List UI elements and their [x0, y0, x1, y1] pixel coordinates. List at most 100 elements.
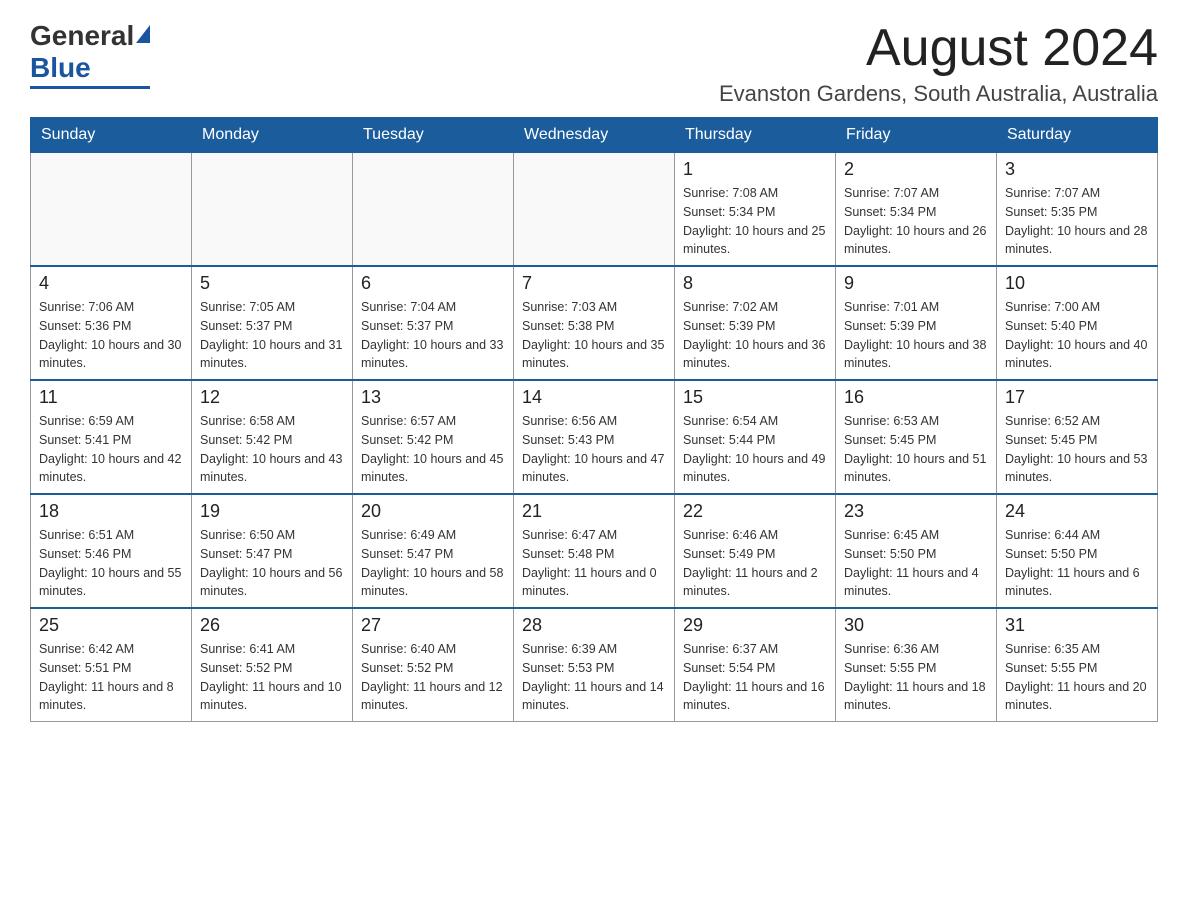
day-info: Sunrise: 7:06 AMSunset: 5:36 PMDaylight:…: [39, 298, 183, 373]
day-info: Sunrise: 6:45 AMSunset: 5:50 PMDaylight:…: [844, 526, 988, 601]
calendar-cell: 30 Sunrise: 6:36 AMSunset: 5:55 PMDayligh…: [836, 608, 997, 722]
calendar-cell: [353, 153, 514, 267]
day-number: 30: [844, 615, 988, 636]
calendar-cell: 25 Sunrise: 6:42 AMSunset: 5:51 PMDayligh…: [31, 608, 192, 722]
logo: General Blue: [30, 20, 150, 89]
calendar-cell: 24 Sunrise: 6:44 AMSunset: 5:50 PMDayligh…: [997, 494, 1158, 608]
day-header-sunday: Sunday: [31, 118, 192, 153]
day-number: 25: [39, 615, 183, 636]
day-info: Sunrise: 7:01 AMSunset: 5:39 PMDaylight:…: [844, 298, 988, 373]
day-number: 4: [39, 273, 183, 294]
day-number: 31: [1005, 615, 1149, 636]
day-number: 2: [844, 159, 988, 180]
logo-blue: Blue: [30, 52, 91, 84]
day-number: 12: [200, 387, 344, 408]
calendar-cell: 1 Sunrise: 7:08 AMSunset: 5:34 PMDaylight…: [675, 153, 836, 267]
day-header-friday: Friday: [836, 118, 997, 153]
day-number: 3: [1005, 159, 1149, 180]
location-title: Evanston Gardens, South Australia, Austr…: [719, 81, 1158, 107]
day-number: 29: [683, 615, 827, 636]
calendar-cell: 18Sunrise: 6:51 AMSunset: 5:46 PMDayligh…: [31, 494, 192, 608]
calendar-cell: 6 Sunrise: 7:04 AMSunset: 5:37 PMDaylight…: [353, 266, 514, 380]
day-number: 15: [683, 387, 827, 408]
page-header: General Blue August 2024 Evanston Garden…: [30, 20, 1158, 107]
day-info: Sunrise: 6:51 AMSunset: 5:46 PMDaylight:…: [39, 526, 183, 601]
calendar-cell: 13 Sunrise: 6:57 AMSunset: 5:42 PMDayligh…: [353, 380, 514, 494]
day-number: 14: [522, 387, 666, 408]
calendar-cell: 10 Sunrise: 7:00 AMSunset: 5:40 PMDayligh…: [997, 266, 1158, 380]
day-info: Sunrise: 6:57 AMSunset: 5:42 PMDaylight:…: [361, 412, 505, 487]
calendar-cell: 17Sunrise: 6:52 AMSunset: 5:45 PMDayligh…: [997, 380, 1158, 494]
day-number: 22: [683, 501, 827, 522]
calendar-cell: 5 Sunrise: 7:05 AMSunset: 5:37 PMDaylight…: [192, 266, 353, 380]
days-header-row: SundayMondayTuesdayWednesdayThursdayFrid…: [31, 118, 1158, 153]
day-info: Sunrise: 6:36 AMSunset: 5:55 PMDaylight:…: [844, 640, 988, 715]
month-title: August 2024: [719, 20, 1158, 77]
day-number: 5: [200, 273, 344, 294]
day-number: 13: [361, 387, 505, 408]
calendar-cell: 15 Sunrise: 6:54 AMSunset: 5:44 PMDayligh…: [675, 380, 836, 494]
calendar-cell: 23 Sunrise: 6:45 AMSunset: 5:50 PMDayligh…: [836, 494, 997, 608]
day-number: 16: [844, 387, 988, 408]
day-number: 28: [522, 615, 666, 636]
day-header-monday: Monday: [192, 118, 353, 153]
week-row-1: 1 Sunrise: 7:08 AMSunset: 5:34 PMDaylight…: [31, 153, 1158, 267]
day-info: Sunrise: 6:39 AMSunset: 5:53 PMDaylight:…: [522, 640, 666, 715]
day-info: Sunrise: 7:07 AMSunset: 5:35 PMDaylight:…: [1005, 184, 1149, 259]
calendar-cell: [514, 153, 675, 267]
day-info: Sunrise: 6:47 AMSunset: 5:48 PMDaylight:…: [522, 526, 666, 601]
calendar-cell: 29Sunrise: 6:37 AMSunset: 5:54 PMDayligh…: [675, 608, 836, 722]
day-number: 11: [39, 387, 183, 408]
week-row-2: 4 Sunrise: 7:06 AMSunset: 5:36 PMDaylight…: [31, 266, 1158, 380]
day-info: Sunrise: 7:08 AMSunset: 5:34 PMDaylight:…: [683, 184, 827, 259]
logo-triangle-icon: [136, 25, 150, 43]
calendar-cell: 2Sunrise: 7:07 AMSunset: 5:34 PMDaylight…: [836, 153, 997, 267]
calendar-cell: 8Sunrise: 7:02 AMSunset: 5:39 PMDaylight…: [675, 266, 836, 380]
day-number: 26: [200, 615, 344, 636]
day-info: Sunrise: 6:44 AMSunset: 5:50 PMDaylight:…: [1005, 526, 1149, 601]
calendar-cell: 16 Sunrise: 6:53 AMSunset: 5:45 PMDayligh…: [836, 380, 997, 494]
calendar-cell: 9 Sunrise: 7:01 AMSunset: 5:39 PMDaylight…: [836, 266, 997, 380]
day-info: Sunrise: 6:53 AMSunset: 5:45 PMDaylight:…: [844, 412, 988, 487]
day-info: Sunrise: 6:59 AMSunset: 5:41 PMDaylight:…: [39, 412, 183, 487]
day-number: 23: [844, 501, 988, 522]
calendar-cell: 20Sunrise: 6:49 AMSunset: 5:47 PMDayligh…: [353, 494, 514, 608]
calendar-cell: 7Sunrise: 7:03 AMSunset: 5:38 PMDaylight…: [514, 266, 675, 380]
day-info: Sunrise: 7:04 AMSunset: 5:37 PMDaylight:…: [361, 298, 505, 373]
day-info: Sunrise: 7:02 AMSunset: 5:39 PMDaylight:…: [683, 298, 827, 373]
calendar-cell: 22 Sunrise: 6:46 AMSunset: 5:49 PMDayligh…: [675, 494, 836, 608]
day-header-tuesday: Tuesday: [353, 118, 514, 153]
week-row-3: 11 Sunrise: 6:59 AMSunset: 5:41 PMDayligh…: [31, 380, 1158, 494]
day-info: Sunrise: 6:54 AMSunset: 5:44 PMDaylight:…: [683, 412, 827, 487]
day-info: Sunrise: 6:42 AMSunset: 5:51 PMDaylight:…: [39, 640, 183, 715]
day-info: Sunrise: 7:00 AMSunset: 5:40 PMDaylight:…: [1005, 298, 1149, 373]
calendar-cell: 26Sunrise: 6:41 AMSunset: 5:52 PMDayligh…: [192, 608, 353, 722]
day-number: 21: [522, 501, 666, 522]
day-number: 6: [361, 273, 505, 294]
day-header-thursday: Thursday: [675, 118, 836, 153]
calendar-cell: 27Sunrise: 6:40 AMSunset: 5:52 PMDayligh…: [353, 608, 514, 722]
day-info: Sunrise: 6:50 AMSunset: 5:47 PMDaylight:…: [200, 526, 344, 601]
day-info: Sunrise: 7:05 AMSunset: 5:37 PMDaylight:…: [200, 298, 344, 373]
logo-underline: [30, 86, 150, 89]
week-row-5: 25 Sunrise: 6:42 AMSunset: 5:51 PMDayligh…: [31, 608, 1158, 722]
calendar-cell: [31, 153, 192, 267]
calendar-cell: 19 Sunrise: 6:50 AMSunset: 5:47 PMDayligh…: [192, 494, 353, 608]
day-info: Sunrise: 6:46 AMSunset: 5:49 PMDaylight:…: [683, 526, 827, 601]
calendar-cell: 31Sunrise: 6:35 AMSunset: 5:55 PMDayligh…: [997, 608, 1158, 722]
day-number: 19: [200, 501, 344, 522]
calendar-cell: 12 Sunrise: 6:58 AMSunset: 5:42 PMDayligh…: [192, 380, 353, 494]
calendar-table: SundayMondayTuesdayWednesdayThursdayFrid…: [30, 117, 1158, 722]
calendar-cell: 3 Sunrise: 7:07 AMSunset: 5:35 PMDaylight…: [997, 153, 1158, 267]
day-number: 24: [1005, 501, 1149, 522]
title-area: August 2024 Evanston Gardens, South Aust…: [719, 20, 1158, 107]
calendar-cell: 11 Sunrise: 6:59 AMSunset: 5:41 PMDayligh…: [31, 380, 192, 494]
day-number: 1: [683, 159, 827, 180]
calendar-cell: 14Sunrise: 6:56 AMSunset: 5:43 PMDayligh…: [514, 380, 675, 494]
day-header-wednesday: Wednesday: [514, 118, 675, 153]
day-info: Sunrise: 7:03 AMSunset: 5:38 PMDaylight:…: [522, 298, 666, 373]
day-info: Sunrise: 6:58 AMSunset: 5:42 PMDaylight:…: [200, 412, 344, 487]
day-number: 10: [1005, 273, 1149, 294]
calendar-cell: [192, 153, 353, 267]
day-number: 9: [844, 273, 988, 294]
